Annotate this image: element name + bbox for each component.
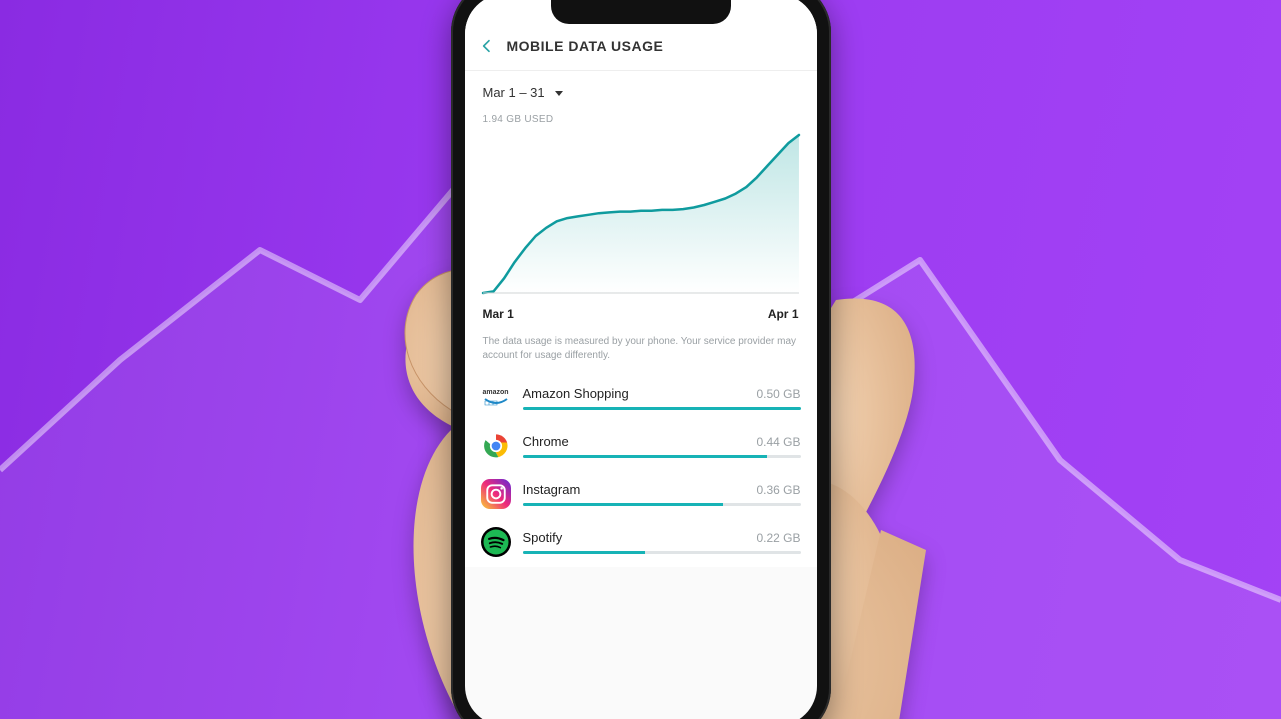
chevron-left-icon xyxy=(479,38,495,54)
usage-chart xyxy=(465,127,817,303)
period-selector[interactable]: Mar 1 – 31 xyxy=(465,71,817,106)
app-name: Chrome xyxy=(523,434,569,449)
phone-frame: MOBILE DATA USAGE Mar 1 – 31 1.94 GB USE… xyxy=(451,0,831,719)
phone-body: MOBILE DATA USAGE Mar 1 – 31 1.94 GB USE… xyxy=(451,0,831,719)
page-title: MOBILE DATA USAGE xyxy=(507,38,664,54)
chart-axis-labels: Mar 1 Apr 1 xyxy=(465,303,817,329)
chrome-icon xyxy=(481,431,511,461)
app-info: Instagram 0.36 GB xyxy=(523,482,801,506)
caret-down-icon xyxy=(553,87,565,99)
app-info: Chrome 0.44 GB xyxy=(523,434,801,458)
app-usage-value: 0.44 GB xyxy=(756,435,800,449)
usage-chart-svg xyxy=(479,127,803,297)
spotify-icon xyxy=(481,527,511,557)
phone-notch xyxy=(551,0,731,24)
period-label: Mar 1 – 31 xyxy=(483,85,545,100)
app-usage-bar xyxy=(523,407,801,410)
axis-end-label: Apr 1 xyxy=(768,307,799,321)
disclaimer-text: The data usage is measured by your phone… xyxy=(465,329,817,375)
app-row[interactable]: Chrome 0.44 GB xyxy=(465,423,817,471)
app-row[interactable]: Spotify 0.22 GB xyxy=(465,519,817,567)
app-usage-value: 0.36 GB xyxy=(756,483,800,497)
app-info: Spotify 0.22 GB xyxy=(523,530,801,554)
app-usage-value: 0.50 GB xyxy=(756,387,800,401)
app-info: Amazon Shopping 0.50 GB xyxy=(523,386,801,410)
app-name: Spotify xyxy=(523,530,563,545)
app-row[interactable]: amazon Amazon Shopping 0.50 GB xyxy=(465,375,817,423)
app-name: Amazon Shopping xyxy=(523,386,629,401)
app-name: Instagram xyxy=(523,482,581,497)
app-usage-bar xyxy=(523,551,801,554)
axis-start-label: Mar 1 xyxy=(483,307,514,321)
app-usage-value: 0.22 GB xyxy=(756,531,800,545)
app-list: amazon Amazon Shopping 0.50 GB Chrome 0.44 G… xyxy=(465,375,817,567)
amazon-icon: amazon xyxy=(481,383,511,413)
app-row[interactable]: Instagram 0.36 GB xyxy=(465,471,817,519)
app-usage-bar xyxy=(523,503,801,506)
instagram-icon xyxy=(481,479,511,509)
phone-screen: MOBILE DATA USAGE Mar 1 – 31 1.94 GB USE… xyxy=(465,0,817,719)
app-usage-bar xyxy=(523,455,801,458)
used-label: 1.94 GB USED xyxy=(465,106,817,127)
back-button[interactable] xyxy=(473,32,501,60)
